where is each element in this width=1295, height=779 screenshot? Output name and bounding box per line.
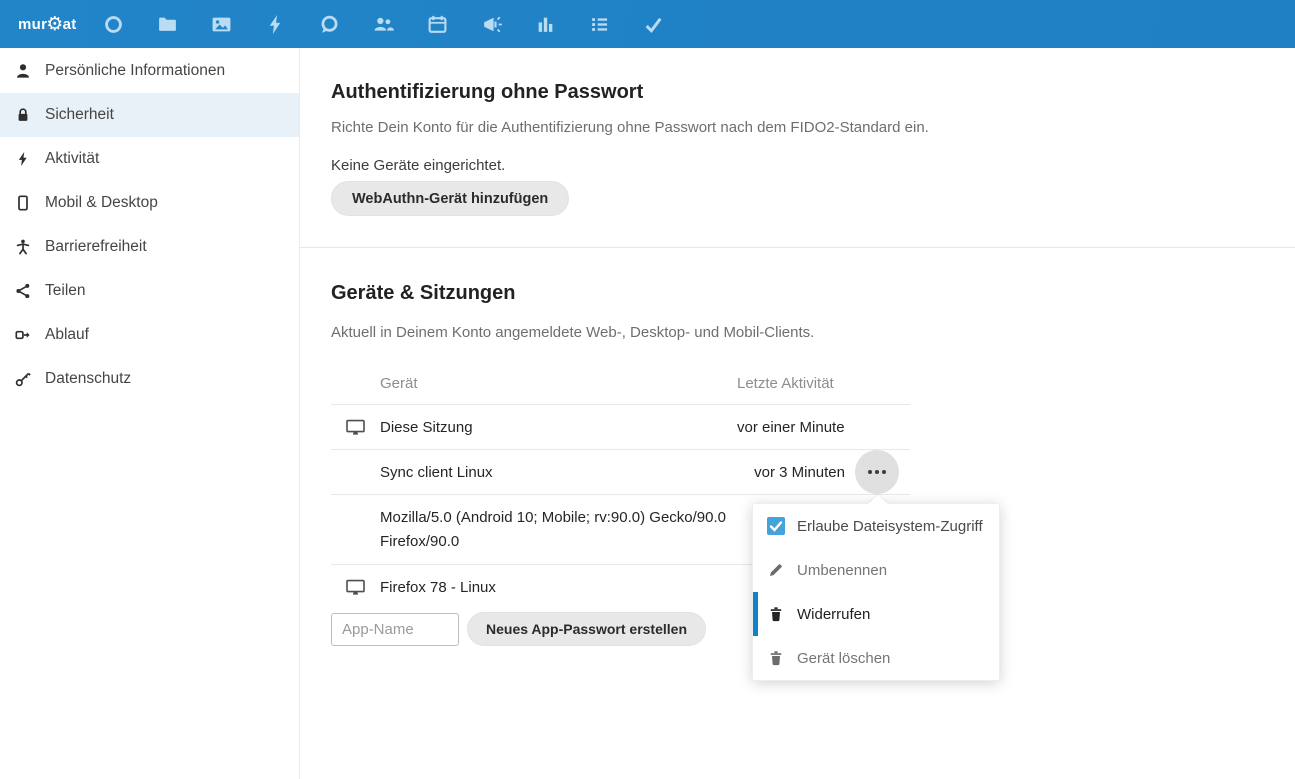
pencil-icon <box>767 561 785 579</box>
desktop-icon <box>331 419 380 436</box>
share-icon <box>14 282 32 300</box>
passwordless-description: Richte Dein Konto für die Authentifizier… <box>331 119 929 136</box>
calendar-icon[interactable] <box>410 0 464 48</box>
flow-icon <box>14 326 32 344</box>
user-icon <box>14 62 32 80</box>
dashboard-icon[interactable] <box>86 0 140 48</box>
trash-icon <box>767 649 785 667</box>
menu-item-label: Umbenennen <box>797 562 887 579</box>
sidebar-item-label: Ablauf <box>45 326 89 344</box>
notes-list-icon[interactable] <box>572 0 626 48</box>
app-navigation <box>86 0 680 48</box>
menu-item-label: Gerät löschen <box>797 650 890 667</box>
device-name: Firefox 78 - Linux <box>380 579 737 596</box>
device-name: Diese Sitzung <box>380 419 737 436</box>
device-actions-menu: Erlaube Dateisystem-Zugriff Umbenennen W… <box>752 503 1000 681</box>
photos-icon[interactable] <box>194 0 248 48</box>
ellipsis-icon <box>868 470 872 474</box>
bolt-icon <box>14 150 32 168</box>
last-activity: vor einer Minute <box>737 419 845 436</box>
sidebar-item-label: Barrierefreiheit <box>45 238 147 256</box>
tasks-icon[interactable] <box>626 0 680 48</box>
key-icon <box>14 370 32 388</box>
column-header-last-activity: Letzte Aktivität <box>737 375 910 392</box>
table-row: Sync client Linux vor 3 Minuten <box>331 450 910 495</box>
settings-sidebar: Persönliche Informationen Sicherheit Akt… <box>0 48 300 779</box>
app-name-input[interactable] <box>331 613 459 646</box>
sidebar-item-activity[interactable]: Aktivität <box>0 137 299 181</box>
top-navbar: mur⚙at <box>0 0 1295 48</box>
sessions-section-title: Geräte & Sitzungen <box>331 282 515 305</box>
analytics-icon[interactable] <box>518 0 572 48</box>
sidebar-item-flow[interactable]: Ablauf <box>0 313 299 357</box>
contacts-icon[interactable] <box>356 0 410 48</box>
trash-icon <box>767 605 785 623</box>
sidebar-item-label: Aktivität <box>45 150 99 168</box>
menu-item-delete-device[interactable]: Gerät löschen <box>753 636 999 680</box>
last-activity: vor 3 Minuten <box>754 464 845 481</box>
gear-logo-icon: ⚙ <box>46 15 63 34</box>
sidebar-item-personal-info[interactable]: Persönliche Informationen <box>0 49 299 93</box>
sidebar-item-label: Mobil & Desktop <box>45 194 158 212</box>
phone-icon <box>14 194 32 212</box>
sidebar-item-label: Persönliche Informationen <box>45 62 225 80</box>
menu-item-label: Widerrufen <box>797 606 870 623</box>
sidebar-item-accessibility[interactable]: Barrierefreiheit <box>0 225 299 269</box>
passwordless-section-title: Authentifizierung ohne Passwort <box>331 81 643 104</box>
table-header-row: Gerät Letzte Aktivität <box>331 363 910 405</box>
sidebar-item-sharing[interactable]: Teilen <box>0 269 299 313</box>
sidebar-item-label: Datenschutz <box>45 370 131 388</box>
sidebar-item-security[interactable]: Sicherheit <box>0 93 299 137</box>
create-app-password-button[interactable]: Neues App-Passwort erstellen <box>467 612 706 646</box>
add-webauthn-device-button[interactable]: WebAuthn-Gerät hinzufügen <box>331 181 569 216</box>
logo-text-pre: mur <box>18 16 47 33</box>
menu-item-filesystem-access[interactable]: Erlaube Dateisystem-Zugriff <box>753 504 999 548</box>
section-divider <box>300 247 1295 248</box>
table-row: Diese Sitzung vor einer Minute <box>331 405 910 450</box>
accessibility-icon <box>14 238 32 256</box>
device-name: Sync client Linux <box>380 464 737 481</box>
sidebar-item-label: Teilen <box>45 282 86 300</box>
menu-item-rename[interactable]: Umbenennen <box>753 548 999 592</box>
lock-icon <box>14 106 32 124</box>
sidebar-item-privacy[interactable]: Datenschutz <box>0 357 299 401</box>
passwordless-empty-state: Keine Geräte eingerichtet. <box>331 157 505 174</box>
menu-item-revoke[interactable]: Widerrufen <box>753 592 999 636</box>
device-name: Mozilla/5.0 (Android 10; Mobile; rv:90.0… <box>380 506 737 554</box>
announcements-icon[interactable] <box>464 0 518 48</box>
talk-icon[interactable] <box>302 0 356 48</box>
menu-item-label: Erlaube Dateisystem-Zugriff <box>797 518 983 535</box>
app-logo[interactable]: mur⚙at <box>18 15 84 34</box>
sessions-description: Aktuell in Deinem Konto angemeldete Web-… <box>331 324 814 341</box>
sidebar-item-mobile-desktop[interactable]: Mobil & Desktop <box>0 181 299 225</box>
files-icon[interactable] <box>140 0 194 48</box>
sidebar-item-label: Sicherheit <box>45 106 114 124</box>
device-actions-menu-button[interactable] <box>855 450 899 494</box>
desktop-icon <box>331 579 380 596</box>
checkbox-checked-icon[interactable] <box>767 517 785 535</box>
activity-icon[interactable] <box>248 0 302 48</box>
column-header-device: Gerät <box>380 375 737 392</box>
logo-text-post: at <box>63 16 77 33</box>
